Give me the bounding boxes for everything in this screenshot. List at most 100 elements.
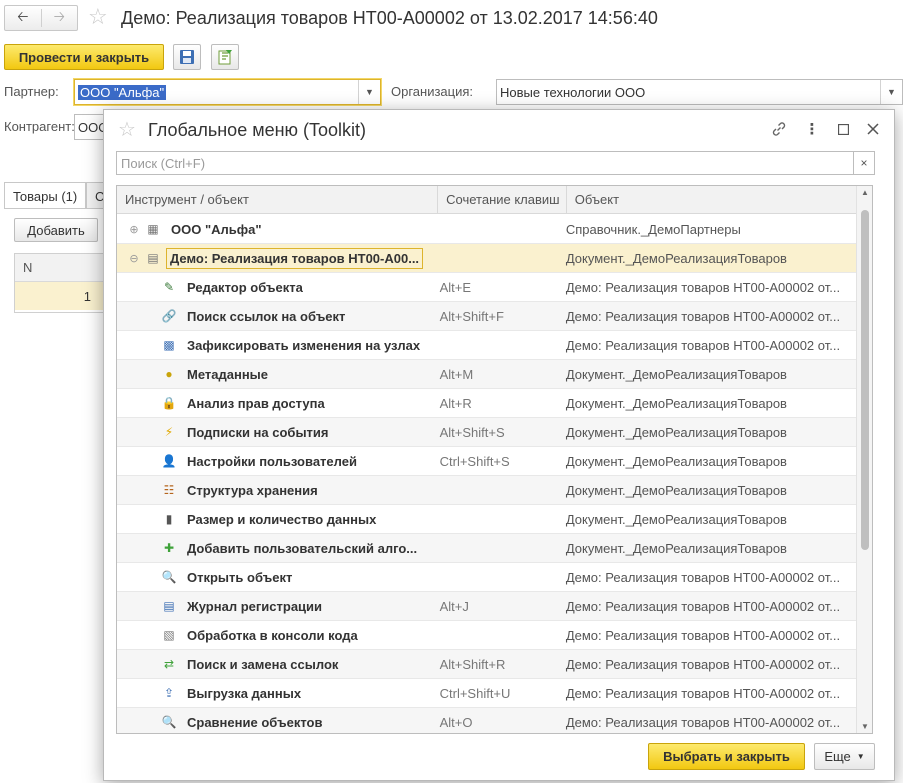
expand-icon[interactable]: ⊕ — [123, 223, 145, 236]
storage-icon: ☷ — [163, 483, 175, 497]
scrollbar[interactable]: ▲ ▼ — [856, 186, 872, 733]
tool-name: Сравнение объектов — [187, 714, 323, 730]
tool-cell: 🔍 Сравнение объектов — [117, 714, 432, 730]
tool-cell: ▩ Зафиксировать изменения на узлах — [117, 337, 432, 353]
table-row[interactable]: 1 — [15, 282, 113, 310]
scroll-down-icon[interactable]: ▼ — [861, 722, 869, 731]
close-icon[interactable] — [862, 118, 884, 140]
column-header-tool[interactable]: Инструмент / объект — [117, 186, 439, 213]
nodes-icon: ▩ — [163, 338, 175, 352]
row-number: 1 — [83, 288, 91, 304]
tool-name: Демо: Реализация товаров НТ00-А00... — [166, 247, 424, 269]
tool-name: Выгрузка данных — [187, 685, 302, 701]
search-input[interactable]: Поиск (Ctrl+F) — [116, 151, 854, 175]
back-icon[interactable]: 🡠 — [5, 6, 41, 30]
tool-cell: 🔗 Поиск ссылок на объект — [117, 308, 432, 324]
find-links-icon: 🔗 — [161, 309, 177, 323]
tool-name: Структура хранения — [187, 482, 318, 498]
collapse-icon[interactable]: ⊖ — [123, 252, 145, 265]
partner-value: ООО "Альфа" — [78, 84, 167, 100]
tool-name: Поиск ссылок на объект — [187, 308, 346, 324]
organization-field[interactable]: Новые технологии ООО ▼ — [496, 79, 903, 105]
user-settings-icon: 👤 — [161, 454, 177, 468]
link-icon[interactable] — [768, 118, 790, 140]
tool-cell: ▤ Журнал регистрации — [117, 598, 432, 614]
table-row[interactable]: ✎ Редактор объекта Alt+E Демо: Реализация т… — [117, 273, 856, 302]
add-button[interactable]: Добавить — [14, 218, 98, 242]
more-vert-icon[interactable]: ⋮ — [801, 118, 823, 140]
tab-goods[interactable]: Товары (1) — [4, 182, 87, 209]
tool-cell: ✎ Редактор объекта — [117, 279, 432, 295]
table-row[interactable]: ▩ Зафиксировать изменения на узлах Демо: Р… — [117, 331, 856, 360]
post-and-close-button[interactable]: Провести и закрыть — [4, 44, 164, 70]
table-row[interactable]: 🔒 Анализ прав доступа Alt+R Документ._ДемоР… — [117, 389, 856, 418]
shortcut-cell: Ctrl+Shift+S — [439, 453, 510, 469]
table-row[interactable]: ▧ Обработка в консоли кода Демо: Реализаци… — [117, 621, 856, 650]
organization-value: Новые технологии ООО — [500, 84, 646, 100]
tool-name: Настройки пользователей — [187, 453, 357, 469]
goods-table: N 1 — [14, 253, 114, 313]
table-row[interactable]: 👤 Настройки пользователей Ctrl+Shift+S Доку… — [117, 447, 856, 476]
tool-cell: ⚡ Подписки на события — [117, 424, 432, 440]
object-cell: Документ._ДемоРеализацияТоваров — [565, 482, 787, 498]
nav-buttons: 🡠 🡢 — [4, 5, 78, 31]
tool-cell: ☷ Структура хранения — [117, 482, 432, 498]
table-row[interactable]: ☷ Структура хранения Документ._ДемоРеализа… — [117, 476, 856, 505]
table-row[interactable]: ⚡ Подписки на события Alt+Shift+S Документ.… — [117, 418, 856, 447]
scrollbar-thumb[interactable] — [861, 210, 869, 550]
save-icon — [180, 50, 194, 64]
replace-links-icon: ⇄ — [163, 657, 175, 671]
tool-cell: ✚ Добавить пользовательский алго... — [117, 540, 432, 556]
chevron-down-icon[interactable]: ▼ — [880, 80, 902, 104]
compare-icon: 🔍 — [161, 715, 177, 729]
scroll-up-icon[interactable]: ▲ — [861, 188, 869, 197]
add-algorithm-icon: ✚ — [163, 541, 175, 555]
maximize-icon[interactable] — [832, 118, 854, 140]
tool-name: ООО "Альфа" — [171, 221, 262, 237]
forward-icon[interactable]: 🡢 — [42, 6, 78, 30]
table-row[interactable]: 🔍 Открыть объект Демо: Реализация товаров … — [117, 563, 856, 592]
table-row[interactable]: 🔍 Сравнение объектов Alt+O Демо: Реализация… — [117, 708, 856, 733]
table-row[interactable]: ▤ Журнал регистрации Alt+J Демо: Реализация… — [117, 592, 856, 621]
clear-search-icon[interactable]: × — [853, 151, 875, 175]
object-cell: Демо: Реализация товаров НТ00-А00002 от.… — [565, 279, 841, 295]
table-row[interactable]: ▮ Размер и количество данных Документ._Дем… — [117, 505, 856, 534]
column-header-object[interactable]: Объект — [567, 186, 856, 213]
window-title: Демо: Реализация товаров НТ00-А00002 от … — [121, 8, 658, 28]
table-row[interactable]: ✚ Добавить пользовательский алго... Докуме… — [117, 534, 856, 563]
favorite-star-icon[interactable]: ☆ — [118, 117, 136, 142]
chevron-down-icon[interactable]: ▼ — [358, 80, 380, 104]
tool-cell: ⇄ Поиск и замена ссылок — [117, 656, 432, 672]
tabs-divider — [4, 208, 114, 209]
tool-name: Добавить пользовательский алго... — [187, 540, 418, 556]
object-cell: Документ._ДемоРеализацияТоваров — [565, 453, 787, 469]
object-cell: Демо: Реализация товаров НТ00-А00002 от.… — [565, 656, 841, 672]
export-icon: ⇪ — [163, 686, 175, 700]
save-button[interactable] — [173, 44, 201, 70]
favorite-star-icon[interactable]: ☆ — [88, 4, 108, 30]
table-row[interactable]: ⇪ Выгрузка данных Ctrl+Shift+U Демо: Реализ… — [117, 679, 856, 708]
table-row[interactable]: ⊖ ▤ Демо: Реализация товаров НТ00-А00... До… — [117, 244, 856, 273]
table-row[interactable]: 🔗 Поиск ссылок на объект Alt+Shift+F Демо: … — [117, 302, 856, 331]
tool-cell: ▮ Размер и количество данных — [117, 511, 432, 527]
editor-icon: ✎ — [163, 280, 175, 294]
object-cell: Документ._ДемоРеализацияТоваров — [565, 395, 787, 411]
partner-field[interactable]: ООО "Альфа" ▼ — [74, 79, 381, 105]
table-row[interactable]: ⊕ ▦ ООО "Альфа" Справочник._ДемоПартнеры — [117, 215, 856, 244]
object-cell: Документ._ДемоРеализацияТоваров — [565, 540, 787, 556]
object-cell: Демо: Реализация товаров НТ00-А00002 от.… — [565, 569, 841, 585]
column-header-shortcut[interactable]: Сочетание клавиш — [438, 186, 567, 213]
table-row[interactable]: ● Метаданные Alt+M Документ._ДемоРеализация… — [117, 360, 856, 389]
table-row[interactable]: ⇄ Поиск и замена ссылок Alt+Shift+R Демо: Р… — [117, 650, 856, 679]
object-cell: Демо: Реализация товаров НТ00-А00002 от.… — [565, 598, 841, 614]
object-cell: Справочник._ДемоПартнеры — [565, 221, 741, 237]
tool-name: Зафиксировать изменения на узлах — [187, 337, 421, 353]
select-and-close-button[interactable]: Выбрать и закрыть — [648, 743, 805, 770]
more-button[interactable]: Еще ▼ — [814, 743, 875, 770]
object-cell: Документ._ДемоРеализацияТоваров — [565, 250, 787, 266]
shortcut-cell: Alt+R — [439, 395, 472, 411]
tool-name: Анализ прав доступа — [187, 395, 325, 411]
post-document-button[interactable] — [211, 44, 239, 70]
subscription-icon: ⚡ — [164, 425, 174, 439]
tool-cell: 🔒 Анализ прав доступа — [117, 395, 432, 411]
